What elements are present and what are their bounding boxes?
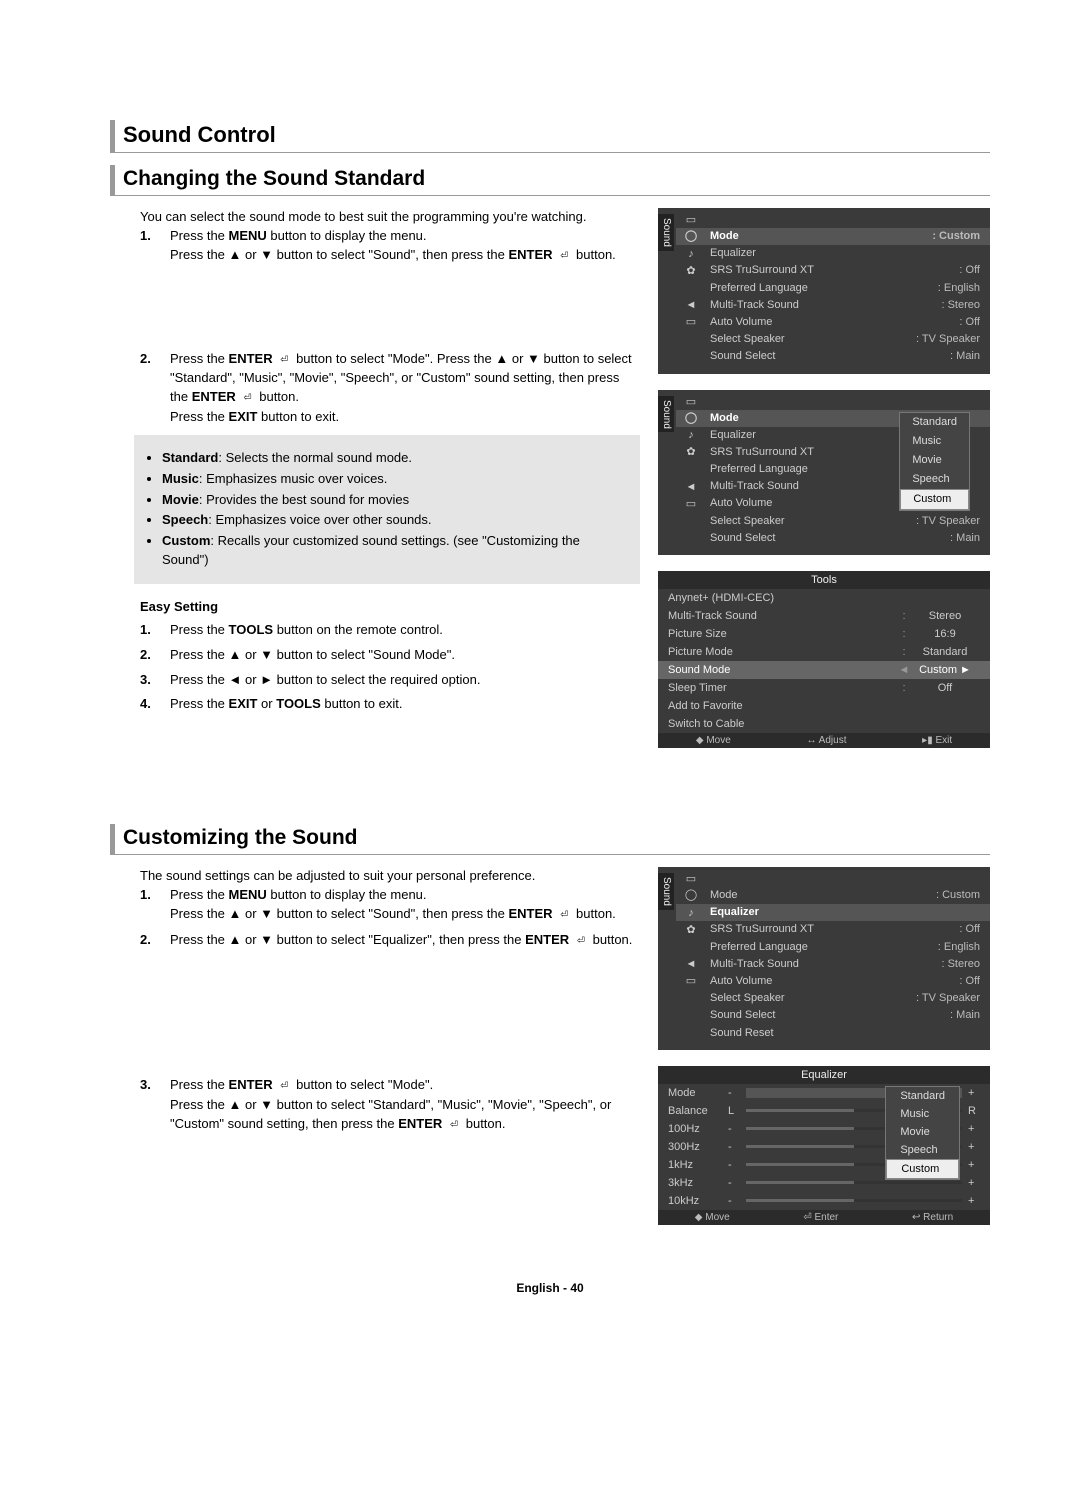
heading-customizing: Customizing the Sound xyxy=(123,826,990,850)
menu-icon: ◯ xyxy=(682,230,700,244)
menu-icon xyxy=(682,333,700,347)
step-2-body: Press the ENTER ⏎ button to select "Mode… xyxy=(170,350,640,427)
osd-row: ▭ xyxy=(676,394,990,410)
eq-row: 10kHz-+ xyxy=(658,1192,990,1210)
tools-row: Picture Size:16:9 xyxy=(658,625,990,643)
osd-row: ♪Equalizer xyxy=(676,904,990,921)
osd-row: Preferred LanguageEnglish xyxy=(676,280,990,297)
equalizer-panel: Equalizer Mode-+BalanceLR100Hz-+300Hz-+1… xyxy=(658,1066,990,1225)
tools-row: Multi-Track Sound:Stereo xyxy=(658,607,990,625)
osd-sound-menu-2: Sound ▭◯Mode♪Equalizer✿SRS TruSurround X… xyxy=(658,390,990,556)
osd-sound-menu-1: Sound ▭◯ModeCustom♪Equalizer✿SRS TruSurr… xyxy=(658,208,990,374)
osd-row: ◄Multi-Track SoundStereo xyxy=(676,956,990,973)
menu-icon: ✿ xyxy=(682,923,700,937)
menu-icon xyxy=(682,992,700,1006)
tools-row: Sound Mode◄Custom ► xyxy=(658,661,990,679)
menu-icon: ▭ xyxy=(682,214,700,228)
osd-row: Sound SelectMain xyxy=(676,530,990,547)
tools-row: Add to Favorite xyxy=(658,697,990,715)
osd-row: ◯ModeCustom xyxy=(676,228,990,245)
osd-row: Select SpeakerTV Speaker xyxy=(676,331,990,348)
intro-b: The sound settings can be adjusted to su… xyxy=(110,867,640,886)
osd-row: ▭Auto VolumeOff xyxy=(676,314,990,331)
tools-row: Anynet+ (HDMI-CEC) xyxy=(658,589,990,607)
menu-icon: ▭ xyxy=(682,316,700,330)
tools-row: Sleep Timer:Off xyxy=(658,679,990,697)
osd-row: ▭Auto VolumeOff xyxy=(676,973,990,990)
heading-changing: Changing the Sound Standard xyxy=(123,167,990,191)
menu-icon: ◄ xyxy=(682,299,700,313)
menu-icon xyxy=(682,1009,700,1023)
menu-icon: ♪ xyxy=(682,247,700,261)
menu-icon: ▭ xyxy=(682,873,700,887)
menu-icon: ✿ xyxy=(682,264,700,278)
menu-icon xyxy=(682,1027,700,1041)
menu-icon xyxy=(682,282,700,296)
osd-row: Sound Reset xyxy=(676,1025,990,1042)
osd-row: ▭ xyxy=(676,871,990,887)
step-1-body: Press the MENU button to display the men… xyxy=(170,227,640,266)
eq-mode-popup: StandardMusicMovieSpeechCustom xyxy=(885,1086,960,1180)
osd-row: ✿SRS TruSurround XTOff xyxy=(676,262,990,279)
intro-a: You can select the sound mode to best su… xyxy=(110,208,640,227)
menu-icon xyxy=(682,941,700,955)
menu-icon: ♪ xyxy=(682,906,700,920)
tools-row: Switch to Cable xyxy=(658,715,990,733)
menu-icon: ▭ xyxy=(682,975,700,989)
step-1-num: 1. xyxy=(140,227,160,266)
tools-row: Picture Mode:Standard xyxy=(658,643,990,661)
menu-icon: ▭ xyxy=(682,396,700,410)
menu-icon: ◄ xyxy=(682,958,700,972)
osd-row: ◯ModeCustom xyxy=(676,887,990,904)
menu-icon: ◯ xyxy=(682,412,700,426)
mode-popup: StandardMusicMovieSpeechCustom xyxy=(899,412,970,512)
menu-icon xyxy=(682,515,700,529)
tools-menu: Tools Anynet+ (HDMI-CEC)Multi-Track Soun… xyxy=(658,571,990,748)
easy-setting-head: Easy Setting xyxy=(140,598,640,617)
osd-row: Sound SelectMain xyxy=(676,1007,990,1024)
menu-icon xyxy=(682,350,700,364)
osd-row: Select SpeakerTV Speaker xyxy=(676,990,990,1007)
step-2-num: 2. xyxy=(140,350,160,427)
osd-row: ◄Multi-Track SoundStereo xyxy=(676,297,990,314)
osd-row: ▭ xyxy=(676,212,990,228)
osd-row: ♪Equalizer xyxy=(676,245,990,262)
osd-sound-menu-3: Sound ▭◯ModeCustom♪Equalizer✿SRS TruSurr… xyxy=(658,867,990,1050)
menu-icon: ▭ xyxy=(682,497,700,511)
section-title: Sound Control xyxy=(123,122,990,148)
menu-icon: ◯ xyxy=(682,889,700,903)
mode-descriptions: Standard: Selects the normal sound mode.… xyxy=(134,435,640,584)
menu-icon xyxy=(682,532,700,546)
menu-icon: ♪ xyxy=(682,429,700,443)
menu-icon xyxy=(682,463,700,477)
osd-row: Select SpeakerTV Speaker xyxy=(676,513,990,530)
menu-icon: ◄ xyxy=(682,480,700,494)
osd-row: Sound SelectMain xyxy=(676,348,990,365)
page-footer: English - 40 xyxy=(110,1281,990,1295)
osd-row: Preferred LanguageEnglish xyxy=(676,939,990,956)
menu-icon: ✿ xyxy=(682,446,700,460)
osd-row: ✿SRS TruSurround XTOff xyxy=(676,921,990,938)
